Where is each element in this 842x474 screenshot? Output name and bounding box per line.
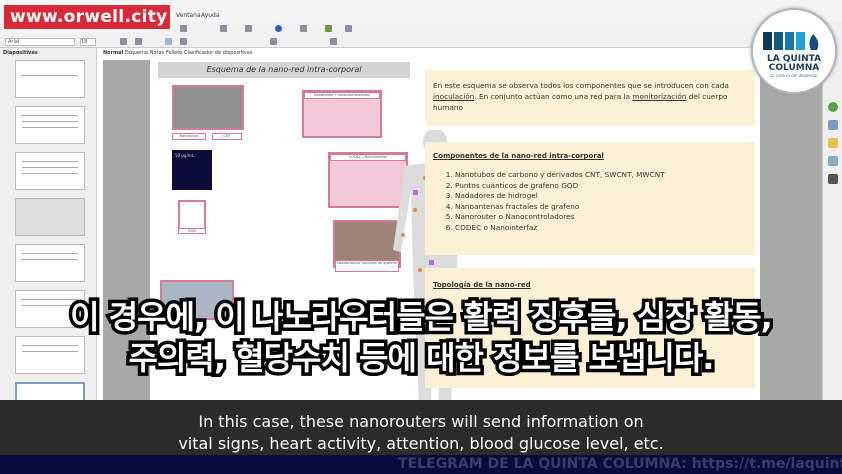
toolbar-icon[interactable]: [325, 25, 332, 32]
align-left-icon[interactable]: [165, 38, 172, 45]
toolbar-icon[interactable]: [270, 38, 277, 45]
la-quinta-columna-logo: LA QUINTA COLUMNA La ciencia del despert…: [751, 8, 837, 94]
view-tabs: Normal Esquema Notas Folleto Clasificado…: [103, 50, 818, 60]
slide-thumbnail[interactable]: [15, 198, 85, 236]
components-heading: Componentes de la nano-red intra-corpora…: [433, 152, 604, 160]
align-center-icon[interactable]: [180, 38, 187, 45]
tab-normal[interactable]: Normal: [103, 50, 123, 56]
toolbar-icon[interactable]: [180, 25, 187, 32]
telegram-ticker: TELEGRAM DE LA QUINTA COLUMNA: https://t…: [0, 455, 842, 474]
toolbar-icon[interactable]: [220, 25, 227, 32]
inoculacion-link: inoculación: [433, 92, 475, 101]
korean-subtitle-line-1: 이 경우에, 이 나노라우터들은 활력 징후들, 심장 활동,: [67, 295, 777, 340]
intro-text: . En conjunto actúan como una red para l…: [474, 92, 633, 101]
toolbar-icon[interactable]: [245, 25, 252, 32]
nanorouter-label: Nanorouter / nanocontroladores: [304, 92, 380, 99]
monitorizacion-link: monitorización: [632, 92, 687, 101]
sidebar-icon[interactable]: [828, 156, 838, 166]
korean-subtitle-line-2: 주의력, 혈당수치 등에 대한 정보를 보냅니다.: [125, 336, 718, 381]
sidebar-icon[interactable]: [828, 174, 838, 184]
english-subtitle-line-1: In this case, these nanorouters will sen…: [198, 412, 644, 431]
orwell-city-watermark: www.orwell.city: [4, 5, 170, 29]
slide-title: Esquema de la nano-red intra-corporal: [158, 62, 410, 78]
slides-panel-title: Diapositivas: [3, 50, 38, 56]
nanotubes-label: Nanotubos: [172, 133, 206, 140]
component-item: Nanotubos de carbono y derivados CNT, SW…: [455, 170, 747, 181]
toolbar-icon[interactable]: [345, 25, 352, 32]
topology-heading: Topología de la nano-red: [433, 281, 531, 289]
slide-thumbnail[interactable]: [15, 244, 85, 282]
help-icon[interactable]: [275, 25, 282, 32]
component-item: CODEC o Nanointerfaz: [455, 223, 747, 234]
font-name-input[interactable]: Arial: [5, 38, 75, 46]
intro-text: En este esquema se observa todos los com…: [433, 81, 729, 90]
english-subtitle-line-2: vital signs, heart activity, attention, …: [178, 434, 664, 453]
slide-thumbnail[interactable]: [15, 152, 85, 190]
component-item: Puntos cuánticos de grafeno GQD: [455, 181, 747, 192]
gqd-label: GQD: [178, 228, 206, 234]
gqd-image: 50 µg/mL: [172, 150, 212, 190]
sidebar-icon[interactable]: [828, 138, 838, 148]
component-item: Nanorouter o Nanocontroladores: [455, 212, 747, 223]
slide-thumbnail[interactable]: [15, 60, 85, 98]
tab-clasificador[interactable]: Clasificador de diapositivas: [184, 50, 252, 56]
bold-icon[interactable]: [120, 38, 127, 45]
font-size-input[interactable]: 18: [80, 38, 96, 46]
font-color-icon[interactable]: [330, 38, 337, 45]
components-textbox[interactable]: Componentes de la nano-red intra-corpora…: [425, 142, 755, 255]
tab-folleto[interactable]: Folleto: [166, 50, 183, 56]
menu-ayuda[interactable]: Ayuda: [201, 12, 220, 19]
svg-text:COLUMNA: COLUMNA: [769, 63, 819, 73]
toolbar-icon[interactable]: [300, 25, 307, 32]
formatting-toolbar: [0, 36, 842, 48]
component-item: Nadadores de hidrogel: [455, 191, 747, 202]
tab-notas[interactable]: Notas: [150, 50, 164, 56]
sidebar-icon[interactable]: [828, 120, 838, 130]
svg-text:La ciencia del despertar: La ciencia del despertar: [770, 73, 818, 78]
cnt-label: CNT: [212, 133, 242, 140]
tab-esquema[interactable]: Esquema: [125, 50, 148, 56]
slide-thumbnail[interactable]: [15, 106, 85, 144]
nanotubes-image: [172, 85, 244, 130]
menu-ventana[interactable]: Ventana: [176, 12, 201, 19]
intro-textbox[interactable]: En este esquema se observa todos los com…: [425, 70, 755, 126]
sidebar-icon[interactable]: [828, 102, 838, 112]
component-item: Nanoantenas fractales de grafeno: [455, 202, 747, 213]
italic-icon[interactable]: [135, 38, 142, 45]
